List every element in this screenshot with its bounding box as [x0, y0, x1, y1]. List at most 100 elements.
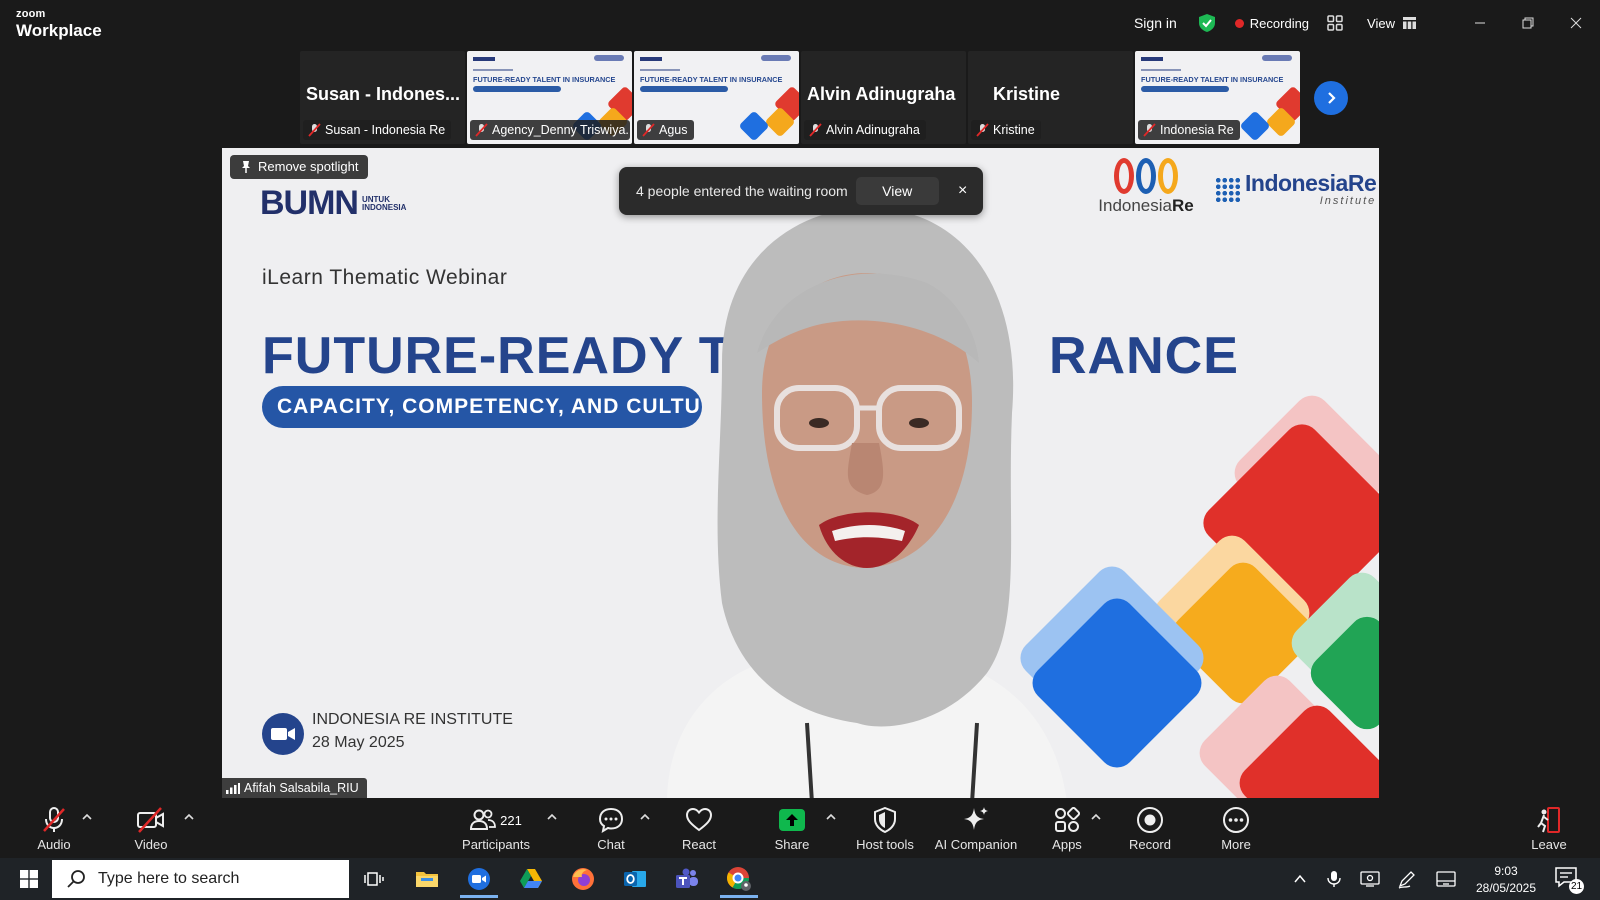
pin-icon	[242, 161, 250, 173]
strip-next-button[interactable]	[1314, 81, 1348, 115]
slide-logo	[473, 57, 495, 61]
slide-logo	[1141, 57, 1163, 61]
tray-pen[interactable]	[1393, 858, 1421, 900]
share-options-caret-icon[interactable]	[824, 810, 838, 824]
more-label: More	[1221, 837, 1251, 852]
slide-logo	[1262, 55, 1292, 61]
search-icon	[67, 870, 85, 888]
participant-tile[interactable]: FUTURE-READY TALENT IN INSURANCE Indones…	[1135, 51, 1300, 144]
muted-mic-icon	[642, 123, 655, 137]
start-button[interactable]	[8, 858, 50, 900]
notification-center-button[interactable]: 21	[1554, 866, 1584, 894]
muted-mic-icon	[43, 807, 65, 832]
host-tools-label: Host tools	[856, 837, 914, 852]
participant-strip: Susan - Indones... Susan - Indonesia Re …	[300, 51, 1300, 144]
taskbar-google-drive[interactable]	[508, 860, 554, 898]
taskbar-outlook[interactable]	[612, 860, 658, 898]
indonesia-re-institute-logo: IndonesiaRe Institute	[1215, 172, 1377, 207]
remove-spotlight-button[interactable]: Remove spotlight	[230, 155, 369, 179]
record-button[interactable]: Record	[1105, 806, 1195, 852]
view-layout-icon	[1403, 17, 1416, 29]
participants-button[interactable]: 221 Participants	[451, 806, 541, 852]
participants-options-caret-icon[interactable]	[545, 810, 559, 824]
apps-label: Apps	[1052, 837, 1082, 852]
teams-icon	[676, 868, 698, 888]
leave-button[interactable]: Leave	[1504, 806, 1594, 852]
tray-microphone[interactable]	[1322, 858, 1346, 900]
taskbar-chrome[interactable]	[716, 860, 762, 898]
brand-top: zoom	[16, 8, 46, 20]
taskbar-file-explorer[interactable]	[404, 860, 450, 898]
ir-institute-sub: Institute	[1319, 195, 1377, 207]
share-screen-icon	[779, 809, 805, 831]
google-drive-icon	[520, 869, 542, 888]
bumn-logo-subtext: UNTUK INDONESIA	[362, 195, 406, 212]
audio-options-caret-icon[interactable]	[80, 810, 94, 824]
sparkle-icon	[964, 807, 988, 830]
logo-ring	[1158, 158, 1178, 194]
outlook-icon	[624, 871, 646, 887]
participant-tile[interactable]: FUTURE-READY TALENT IN INSURANCE Agus	[634, 51, 799, 144]
webinar-label: iLearn Thematic Webinar	[262, 266, 508, 289]
tray-touch-keyboard[interactable]	[1431, 858, 1461, 900]
recording-status[interactable]: Recording	[1250, 16, 1309, 31]
participant-tile[interactable]: Alvin Adinugraha Alvin Adinugraha	[801, 51, 966, 144]
tile-name-plate: Agency_Denny Triswiya...	[470, 120, 630, 140]
close-notification-button[interactable]: ×	[953, 181, 973, 201]
muted-mic-icon	[308, 123, 321, 137]
decor-diamond	[738, 110, 770, 142]
react-label: React	[682, 837, 716, 852]
more-icon	[1223, 807, 1249, 833]
restore-button[interactable]	[1504, 0, 1552, 46]
host-tools-button[interactable]: Host tools	[840, 806, 930, 852]
taskbar-clock[interactable]: 9:03 28/05/2025	[1466, 863, 1546, 897]
participant-tile[interactable]: Susan - Indones... Susan - Indonesia Re	[300, 51, 465, 144]
remove-spotlight-label: Remove spotlight	[258, 159, 359, 174]
tray-screen-capture[interactable]	[1356, 858, 1384, 900]
minimize-button[interactable]	[1456, 0, 1504, 46]
chat-label: Chat	[597, 837, 625, 852]
leave-label: Leave	[1531, 837, 1567, 852]
tile-label: Agency_Denny Triswiya...	[492, 123, 630, 137]
brand-bottom: Workplace	[16, 21, 102, 40]
sign-in-button[interactable]: Sign in	[1134, 15, 1177, 31]
ai-companion-label: AI Companion	[934, 837, 1018, 852]
apps-options-caret-icon[interactable]	[1089, 810, 1103, 824]
slide-thumb-bar	[1141, 86, 1229, 92]
folder-icon	[416, 872, 438, 887]
chat-options-caret-icon[interactable]	[638, 810, 652, 824]
participant-tile[interactable]: FUTURE-READY TALENT IN INSURANCE Agency_…	[467, 51, 632, 144]
share-label: Share	[774, 837, 810, 852]
muted-mic-icon	[1143, 123, 1156, 137]
more-button[interactable]: More	[1191, 806, 1281, 852]
taskbar-search-box[interactable]: Type here to search	[52, 860, 349, 898]
taskbar-zoom[interactable]	[456, 860, 502, 898]
tile-label: Susan - Indonesia Re	[325, 123, 446, 137]
waiting-room-view-button[interactable]: View	[855, 177, 939, 205]
react-button[interactable]: React	[654, 806, 744, 852]
tile-name-plate: Agus	[637, 120, 694, 140]
spotlight-video[interactable]: BUMN UNTUK INDONESIA iLearn Thematic Webi…	[222, 148, 1379, 798]
show-hidden-icons-button[interactable]	[1290, 858, 1310, 900]
view-button[interactable]: View	[1367, 16, 1416, 31]
heart-icon	[685, 807, 713, 832]
participant-tile[interactable]: Kristine Kristine	[968, 51, 1133, 144]
slide-line	[473, 69, 513, 71]
video-options-caret-icon[interactable]	[182, 810, 196, 824]
firefox-icon	[572, 868, 594, 890]
muted-mic-icon	[475, 123, 488, 137]
apps-icon	[1055, 807, 1080, 832]
task-view-button[interactable]	[352, 860, 398, 898]
ai-companion-button[interactable]: AI Companion	[926, 806, 1026, 852]
search-placeholder: Type here to search	[98, 870, 240, 887]
screen-share-tray-icon	[1360, 871, 1380, 887]
tile-display-name: Kristine	[993, 84, 1061, 104]
encryption-shield-icon[interactable]	[1197, 13, 1217, 33]
leave-icon	[1537, 807, 1560, 833]
gallery-grid-icon[interactable]	[1327, 15, 1343, 31]
video-label: Video	[134, 837, 168, 852]
close-window-button[interactable]	[1552, 0, 1600, 46]
taskbar-firefox[interactable]	[560, 860, 606, 898]
ir-logo-a: Indonesia	[1098, 196, 1172, 215]
taskbar-teams[interactable]	[664, 860, 710, 898]
